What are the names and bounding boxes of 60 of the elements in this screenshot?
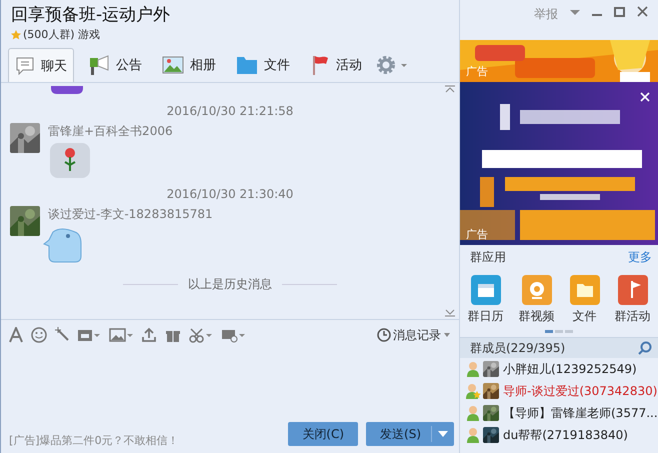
window-title: 回享预备班-运动户外	[11, 4, 172, 27]
member-item[interactable]: 导师-谈过爱过(307342830)	[460, 380, 658, 402]
app-button[interactable]: 文件	[570, 275, 600, 325]
font-icon[interactable]	[9, 327, 23, 343]
more-link[interactable]: 更多	[628, 249, 652, 267]
sticker-icon	[51, 86, 83, 94]
expand-icon[interactable]	[445, 309, 455, 317]
screenshot-icon[interactable]	[77, 327, 101, 343]
section-title: 群成员(229/395)	[470, 340, 566, 356]
member-item[interactable]: 【导师】雷锋崖老师(3577...	[460, 402, 658, 424]
member-name: 导师-谈过爱过(307342830)	[503, 382, 658, 400]
close-button[interactable]: 关闭(C)	[288, 422, 358, 446]
app-button[interactable]: 群日历	[468, 275, 504, 325]
person-icon	[465, 405, 481, 421]
maximize-icon[interactable]	[614, 6, 625, 18]
history-button[interactable]: 消息记录	[377, 326, 451, 344]
collapse-icon[interactable]	[445, 85, 455, 93]
rose-icon	[63, 147, 77, 171]
tab[interactable]: 公告	[82, 48, 148, 82]
image-icon[interactable]	[109, 327, 133, 343]
chat-icon	[15, 56, 35, 74]
tab[interactable]: 活动	[304, 48, 368, 82]
app-button[interactable]: 群视频	[518, 275, 554, 325]
app-button[interactable]: 群活动	[614, 275, 650, 325]
megaphone-icon	[88, 54, 110, 76]
close-icon[interactable]	[637, 6, 648, 18]
tab[interactable]: 文件	[230, 48, 296, 82]
person-icon	[465, 427, 481, 443]
member-name: 【导师】雷锋崖老师(3577...	[503, 404, 658, 422]
flag-icon	[310, 54, 330, 76]
smiley-icon[interactable]	[31, 327, 47, 343]
clock-icon	[377, 328, 391, 342]
person-icon	[465, 361, 481, 377]
screen-share-icon[interactable]	[221, 327, 245, 343]
folder-icon	[236, 55, 258, 75]
sender-name: 雷锋崖+百科全书2006	[48, 123, 173, 140]
member-name: du帮帮(2719183840)	[503, 426, 628, 444]
send-button[interactable]: 发送(S)	[366, 422, 454, 446]
timestamp: 2016/10/30 21:30:40	[166, 186, 294, 203]
settings-icon[interactable]	[376, 55, 408, 75]
search-icon[interactable]	[638, 341, 652, 355]
magic-wand-icon[interactable]	[55, 327, 69, 343]
person-star-icon	[465, 383, 481, 399]
sender-name: 谈过爱过-李文-18283815781	[48, 206, 213, 223]
section-title: 群应用	[470, 249, 506, 266]
ad-label: 广告	[466, 227, 488, 242]
group-info: (500人群) 游戏	[23, 27, 100, 42]
upload-icon[interactable]	[141, 327, 157, 343]
photo-icon	[162, 56, 184, 74]
scissors-icon[interactable]	[189, 327, 213, 343]
member-name: 小胖妞儿(1239252549)	[503, 360, 637, 378]
member-item[interactable]: du帮帮(2719183840)	[460, 424, 658, 446]
caret-icon	[443, 332, 451, 338]
star-icon	[11, 30, 21, 40]
tab[interactable]: 聊天	[8, 48, 74, 82]
history-notice: 以上是历史消息	[188, 276, 272, 293]
timestamp: 2016/10/30 21:21:58	[166, 103, 294, 120]
tab[interactable]: 相册	[156, 48, 222, 82]
caret-icon[interactable]	[438, 431, 448, 437]
member-item[interactable]: 小胖妞儿(1239252549)	[460, 358, 658, 380]
